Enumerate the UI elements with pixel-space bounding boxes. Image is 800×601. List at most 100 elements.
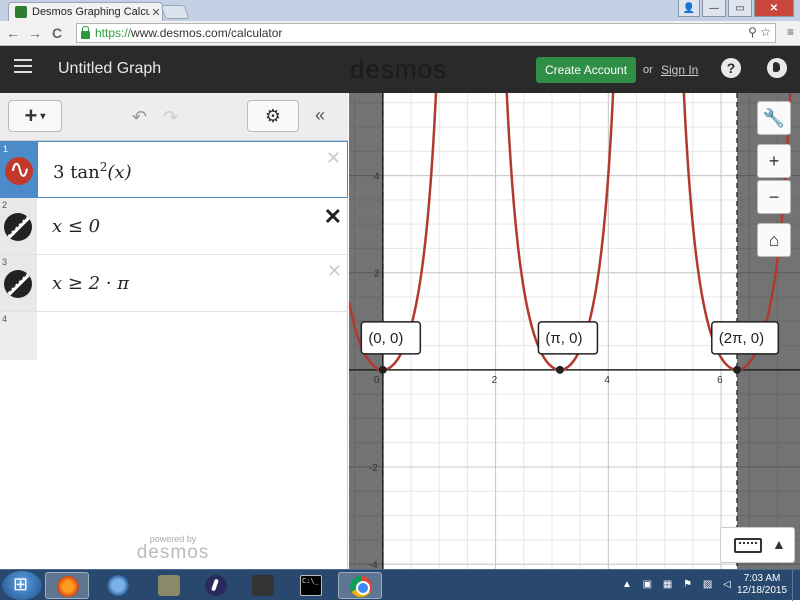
graph-svg[interactable]: 0 2 4 6 4 2 -2 -4 (0, 0) (π, 0) (2π, 0)	[349, 93, 800, 569]
create-account-button[interactable]: Create Account	[536, 57, 637, 83]
taskbar-thunderbird[interactable]	[96, 572, 140, 599]
expression-panel: + ▾ ↶ ↷ ⚙ « 1 3 tan2(x) ✕ 2 x ≤ 0 ✕ 3 x …	[0, 93, 348, 569]
tab-desmos[interactable]: Desmos Graphing Calcula ✕	[8, 2, 163, 21]
chrome-icon	[350, 576, 372, 597]
redo-icon[interactable]: ↷	[163, 107, 178, 128]
delete-expression-icon[interactable]: ✕	[326, 148, 341, 169]
user-profile-button[interactable]: 👤	[678, 0, 700, 17]
lock-icon	[81, 26, 90, 39]
x-tick-label: 6	[717, 375, 723, 386]
tab-close-button[interactable]: ✕	[150, 6, 162, 19]
powered-logo: desmos	[136, 542, 210, 563]
desmos-header: Untitled Graph desmos Create Account or …	[0, 46, 800, 93]
home-icon[interactable]: ⌂	[757, 223, 791, 257]
y-tick-label: 2	[374, 269, 380, 280]
sign-in-link[interactable]: Sign In	[661, 63, 698, 77]
point-marker	[378, 365, 387, 374]
new-tab-button[interactable]	[160, 5, 190, 19]
taskbar-gimp[interactable]	[147, 572, 191, 599]
desmos-logo: desmos	[350, 54, 448, 84]
clock[interactable]: 7:03 AM 12/18/2015	[736, 573, 788, 597]
collapse-panel-icon[interactable]: «	[315, 105, 325, 126]
expression-number: 1	[3, 144, 9, 154]
minimize-button[interactable]: —	[702, 0, 726, 17]
keyboard-toggle-button[interactable]: ▲	[720, 527, 795, 563]
inequality-icon[interactable]	[4, 213, 32, 241]
taskbar-eclipse[interactable]	[194, 572, 238, 599]
taskbar-chrome[interactable]	[338, 572, 382, 599]
zoom-bookmark-icons[interactable]: ⚲ ☆	[748, 25, 771, 39]
delete-expression-icon[interactable]: ✕	[324, 204, 342, 230]
point-marker	[733, 365, 742, 374]
expression-gutter: 2	[0, 198, 37, 254]
taskbar-inkscape[interactable]	[241, 572, 285, 599]
x-tick-label: 0	[374, 375, 380, 386]
keyboard-icon	[734, 538, 762, 553]
expression-toolbar: + ▾ ↶ ↷ ⚙ «	[0, 93, 348, 141]
inequality-icon[interactable]	[4, 270, 32, 298]
expression-row-1[interactable]: 1 3 tan2(x) ✕	[0, 141, 348, 198]
url-text: www.desmos.com/calculator	[131, 26, 283, 40]
chevron-up-icon: ▲	[772, 536, 786, 552]
y-tick-label: -4	[369, 560, 378, 569]
expression-gutter: 4	[0, 312, 37, 360]
graph-settings-wrench-icon[interactable]: 🔧	[757, 101, 791, 135]
windows-taskbar: ▲ ▣ ▦ ⚑ ▨ ◁ 7:03 AM 12/18/2015	[0, 569, 800, 601]
zoom-out-button[interactable]: −	[757, 180, 791, 214]
window-close-button[interactable]: ✕	[754, 0, 794, 17]
coefficient: 3	[53, 162, 65, 183]
zoom-in-button[interactable]: +	[757, 144, 791, 178]
graph-canvas[interactable]: 0 2 4 6 4 2 -2 -4 (0, 0) (π, 0) (2π, 0)	[349, 93, 800, 569]
expression-math[interactable]: 3 tan2(x)	[53, 160, 132, 183]
point-label: (0, 0)	[368, 330, 403, 347]
hamburger-menu-icon[interactable]	[14, 59, 32, 73]
graph-title[interactable]: Untitled Graph	[58, 60, 161, 78]
reload-button[interactable]: C	[52, 25, 62, 41]
expression-gutter: 1	[1, 142, 38, 197]
inkscape-icon	[252, 575, 274, 596]
function-argument: (x)	[107, 162, 132, 183]
clock-date: 12/18/2015	[736, 585, 788, 596]
start-button[interactable]	[2, 571, 42, 600]
delete-expression-icon[interactable]: ✕	[327, 261, 342, 282]
expression-number: 3	[2, 257, 8, 267]
url-input[interactable]: https:// www.desmos.com/calculator ⚲ ☆	[76, 23, 776, 43]
help-icon[interactable]: ?	[721, 58, 741, 78]
expression-row-4[interactable]: 4	[0, 312, 348, 360]
expression-number: 4	[2, 314, 8, 324]
expression-gutter: 3	[0, 255, 37, 311]
chevron-down-icon: ▾	[40, 110, 46, 122]
url-scheme: https://	[95, 26, 132, 40]
y-tick-label: 4	[374, 172, 380, 183]
clock-time: 7:03 AM	[743, 573, 781, 584]
plus-icon: +	[24, 103, 38, 128]
settings-gear-icon[interactable]: ⚙	[247, 100, 299, 132]
system-tray-icons[interactable]: ▲ ▣ ▦ ⚑ ▨ ◁	[622, 579, 735, 590]
expression-row-3[interactable]: 3 x ≥ 2 · π ✕	[0, 255, 348, 312]
add-item-button[interactable]: + ▾	[8, 100, 62, 132]
expression-row-2[interactable]: 2 x ≤ 0 ✕	[0, 198, 348, 255]
function-name: tan	[70, 162, 100, 183]
expression-math[interactable]: x ≤ 0	[52, 216, 100, 237]
sine-wave-icon[interactable]	[5, 154, 33, 185]
eclipse-icon	[205, 575, 227, 596]
expression-number: 2	[2, 200, 8, 210]
forward-button[interactable]: →	[28, 25, 42, 41]
undo-icon[interactable]: ↶	[132, 107, 147, 128]
globe-icon[interactable]	[767, 58, 787, 78]
command-prompt-icon	[300, 575, 322, 596]
back-button[interactable]: ←	[6, 25, 20, 41]
show-desktop-button[interactable]	[792, 570, 800, 601]
thunderbird-icon	[107, 575, 129, 596]
maximize-button[interactable]: ▭	[728, 0, 752, 17]
y-tick-label: -2	[369, 463, 378, 474]
taskbar-cmd[interactable]	[289, 572, 333, 599]
point-label: (2π, 0)	[719, 330, 764, 347]
chrome-menu-icon[interactable]: ≡	[787, 25, 794, 39]
x-tick-label: 4	[604, 375, 610, 386]
powered-by-desmos[interactable]: powered by desmos	[133, 534, 213, 562]
taskbar-firefox[interactable]	[45, 572, 89, 599]
expression-math[interactable]: x ≥ 2 · π	[52, 273, 129, 294]
desmos-favicon-icon	[15, 6, 27, 18]
address-bar: ← → C https:// www.desmos.com/calculator…	[0, 21, 800, 46]
